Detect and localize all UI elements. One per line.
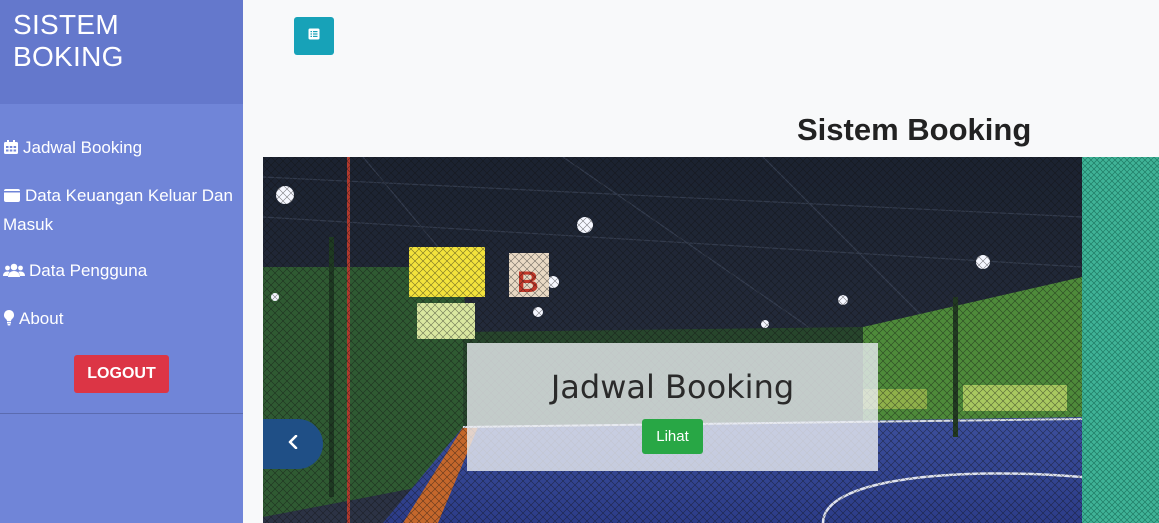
brand-title[interactable]: SISTEM BOKING [0, 0, 243, 104]
sidebar-item-label: Jadwal Booking [23, 138, 143, 157]
chevron-left-icon [288, 434, 298, 454]
sidebar-menu: Jadwal Booking Data Keuangan Keluar Dan … [0, 134, 243, 334]
carousel-prev-button[interactable] [263, 419, 323, 469]
next-slide-preview [1082, 157, 1159, 523]
logout-button[interactable]: LOGOUT [74, 355, 169, 393]
page-title: Sistem Booking [797, 112, 1032, 147]
sidebar-toggle-button[interactable] [294, 17, 334, 55]
wallet-icon [3, 184, 21, 211]
sidebar-item-jadwal-booking[interactable]: Jadwal Booking [0, 134, 243, 163]
lihat-button[interactable]: Lihat [642, 419, 703, 454]
lightbulb-icon [3, 307, 15, 334]
calendar-icon [3, 136, 19, 163]
sidebar-item-label: Data Keuangan Keluar Dan Masuk [3, 186, 233, 234]
sidebar-item-label: Data Pengguna [29, 261, 148, 280]
sidebar-item-data-keuangan[interactable]: Data Keuangan Keluar Dan Masuk [0, 182, 243, 238]
sidebar-item-data-pengguna[interactable]: Data Pengguna [0, 257, 243, 286]
sidebar: SISTEM BOKING Jadwal Booking Data Keuang… [0, 0, 243, 523]
sidebar-item-label: About [19, 309, 64, 328]
image-carousel[interactable]: B Jadwal Booking Lihat [263, 157, 1159, 523]
users-icon [3, 259, 25, 286]
caption-title: Jadwal Booking [550, 368, 795, 406]
sidebar-toggle-icon [308, 27, 320, 45]
carousel-caption: Jadwal Booking Lihat [467, 343, 878, 471]
sidebar-divider [0, 413, 243, 414]
sidebar-item-about[interactable]: About [0, 305, 243, 334]
